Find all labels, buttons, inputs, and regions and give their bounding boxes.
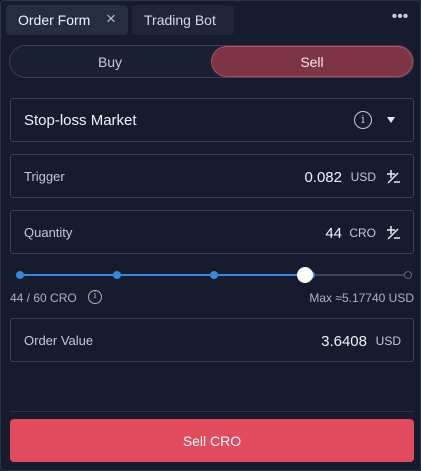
quantity-ratio: 44 / 60 CRO (10, 291, 77, 305)
stepper-icon[interactable] (385, 225, 401, 241)
order-value-field: Order Value 3.6408 USD (10, 318, 414, 362)
trigger-label: Trigger (24, 169, 65, 184)
chevron-down-icon[interactable] (387, 117, 395, 123)
info-icon[interactable]: i (354, 111, 372, 129)
slider-step-50[interactable] (210, 271, 218, 279)
quantity-slider[interactable] (16, 265, 412, 285)
buy-label: Buy (97, 53, 123, 70)
buy-button[interactable]: Buy (10, 46, 210, 77)
tab-trading-bot-label: Trading Bot (144, 12, 216, 28)
quantity-label: Quantity (24, 225, 73, 240)
tab-order-form-label: Order Form (18, 12, 91, 28)
stepper-icon[interactable] (385, 169, 401, 185)
trigger-field[interactable]: Trigger 0.082 USD (10, 154, 414, 198)
sell-label: Sell (300, 53, 324, 70)
quantity-unit: CRO (349, 226, 376, 240)
slider-step-0[interactable] (16, 271, 24, 279)
slider-meta: 44 / 60 CRO i Max ≈5.17740 USD (10, 290, 414, 306)
order-type-select[interactable]: Stop-loss Market i (10, 98, 414, 142)
close-icon[interactable]: × (104, 10, 118, 27)
trigger-unit: USD (350, 170, 376, 184)
tab-order-form[interactable]: Order Form × (6, 5, 128, 35)
order-value-unit: USD (375, 334, 401, 348)
tab-trading-bot[interactable]: Trading Bot (132, 5, 234, 35)
slider-step-100[interactable] (404, 271, 412, 279)
sell-button[interactable]: Sell (211, 46, 413, 77)
order-value-amount: 3.6408 (321, 333, 367, 350)
sell-cro-button[interactable]: Sell CRO (10, 419, 414, 462)
tab-bar: Order Form × Trading Bot ••• (5, 5, 416, 37)
info-icon[interactable]: i (88, 290, 102, 304)
quantity-value[interactable]: 44 (325, 225, 342, 242)
divider (10, 411, 414, 412)
slider-step-25[interactable] (113, 271, 121, 279)
slider-thumb[interactable] (297, 267, 313, 283)
quantity-field[interactable]: Quantity 44 CRO (10, 210, 414, 254)
trigger-value[interactable]: 0.082 (304, 169, 342, 186)
more-icon[interactable]: ••• (390, 9, 410, 30)
order-type-value: Stop-loss Market (24, 112, 137, 129)
buy-sell-toggle: Buy Sell (9, 45, 414, 78)
submit-label: Sell CRO (182, 432, 242, 449)
order-value-label: Order Value (24, 333, 94, 348)
slider-fill (20, 274, 305, 276)
order-panel: Order Form × Trading Bot ••• Buy Sell St… (0, 0, 421, 471)
max-value: Max ≈5.17740 USD (309, 291, 414, 305)
